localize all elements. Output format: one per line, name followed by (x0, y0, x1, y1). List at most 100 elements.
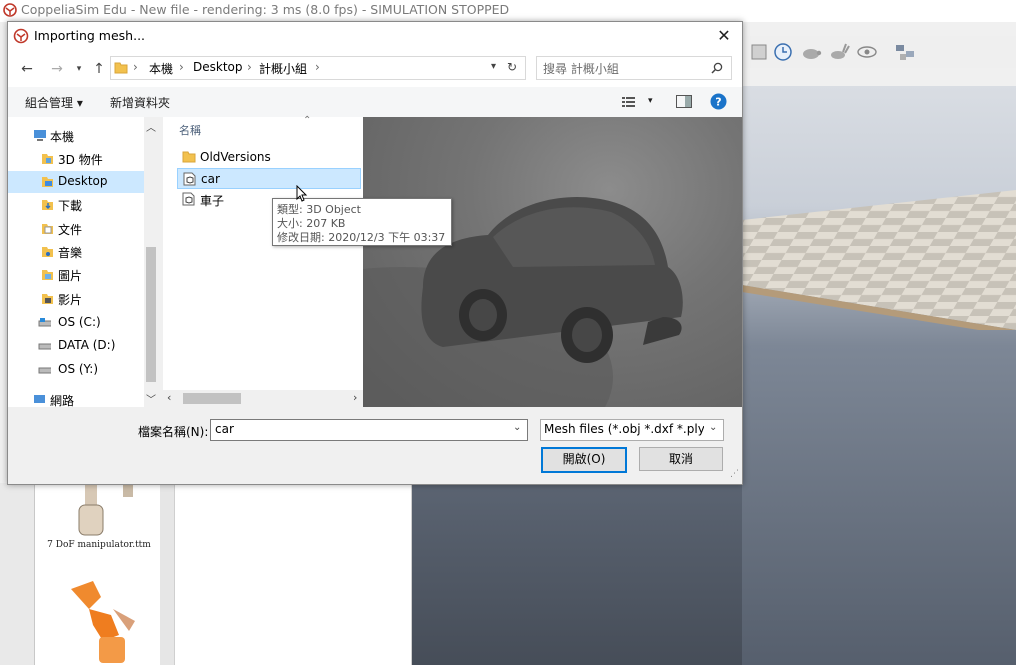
organize-button[interactable]: 組合管理 ▾ (25, 94, 83, 111)
drive-icon (38, 343, 51, 350)
breadcrumb-item[interactable]: 計概小組 (259, 60, 307, 77)
scrollbar-thumb[interactable] (146, 247, 156, 382)
nav-item-label: 3D 物件 (58, 153, 103, 167)
back-arrow-icon[interactable]: ← (18, 60, 36, 78)
model-label: 7 DoF manipulator.ttm (47, 540, 151, 550)
nav-item-label: DATA (D:) (58, 338, 116, 352)
recent-locations-chevron-icon[interactable]: ▾ (70, 60, 88, 78)
drive-icon (38, 318, 51, 327)
nav-item-drive-c[interactable]: OS (C:) (8, 312, 144, 334)
model-browser-thumbnails[interactable]: 7 DoF manipulator.ttm (34, 483, 162, 665)
scroll-up-icon[interactable]: ︿ (146, 119, 156, 134)
stop-square-icon[interactable] (748, 42, 770, 62)
nav-item-documents[interactable]: 文件 (8, 218, 144, 240)
scene-viewport[interactable] (742, 86, 1016, 665)
nav-item-label: 文件 (58, 223, 83, 237)
3d-object-file-icon (183, 172, 196, 186)
file-list-pane[interactable]: 名稱 ⌃ OldVersions car 車子 (163, 115, 363, 407)
nav-item-label: 本機 (50, 130, 75, 144)
turtle-icon[interactable] (800, 42, 822, 62)
coppeliasim-logo-icon (3, 3, 17, 17)
scroll-right-icon[interactable]: › (353, 391, 357, 404)
nav-item-this-pc[interactable]: 本機 (8, 125, 144, 147)
nav-item-pictures[interactable]: 圖片 (8, 264, 144, 286)
dialog-title: Importing mesh... (34, 28, 146, 43)
filename-input[interactable]: car ⌄ (210, 419, 528, 441)
app-toolbar (742, 36, 1016, 68)
scrollbar-thumb[interactable] (183, 393, 241, 404)
filetype-dropdown-icon[interactable]: ⌄ (709, 422, 717, 433)
address-dropdown-icon[interactable]: ▾ (491, 61, 496, 72)
nav-item-drive-y[interactable]: OS (Y:) (8, 359, 144, 381)
nav-item-downloads[interactable]: 下載 (8, 194, 144, 216)
network-icon (34, 395, 45, 403)
scroll-left-icon[interactable]: ‹ (167, 391, 171, 404)
view-dropdown-icon[interactable]: ▾ (648, 96, 653, 106)
close-button[interactable]: ✕ (710, 24, 738, 48)
nav-item-desktop[interactable]: Desktop (8, 171, 144, 193)
breadcrumb-separator-icon: › (315, 60, 320, 74)
hierarchy-icon[interactable] (894, 42, 916, 62)
cancel-button[interactable]: 取消 (639, 447, 723, 471)
nav-item-3d-objects[interactable]: 3D 物件 (8, 148, 144, 170)
refresh-icon[interactable]: ↻ (507, 60, 517, 74)
file-name: car (201, 172, 220, 186)
svg-text:?: ? (715, 96, 721, 109)
nav-item-music[interactable]: 音樂 (8, 241, 144, 263)
orange-robot-thumbnail-icon[interactable] (53, 579, 149, 665)
nav-item-network[interactable]: 網路 (8, 389, 144, 408)
nav-item-label: 下載 (58, 199, 83, 213)
resize-grip-icon[interactable]: ⋰ (730, 469, 739, 479)
manipulator-thumbnail-icon[interactable] (53, 483, 143, 538)
file-name: 車子 (200, 194, 225, 208)
videos-icon (42, 294, 53, 304)
up-arrow-icon[interactable]: ↑ (90, 60, 108, 78)
new-folder-button[interactable]: 新增資料夾 (110, 94, 170, 111)
search-box[interactable]: 搜尋 計概小組 (536, 56, 732, 80)
nav-item-drive-d[interactable]: DATA (D:) (8, 335, 144, 357)
clock-icon[interactable] (772, 42, 794, 62)
folder-icon (114, 62, 128, 74)
help-icon[interactable]: ? (710, 93, 727, 110)
car-preview-render (363, 197, 683, 407)
forward-arrow-icon[interactable]: → (48, 60, 66, 78)
filetype-select[interactable]: Mesh files (*.obj *.dxf *.ply *.st ⌄ (540, 419, 724, 441)
breadcrumb-separator-icon: › (133, 60, 138, 74)
nav-item-label: OS (C:) (58, 315, 101, 329)
breadcrumb-item[interactable]: Desktop (193, 60, 243, 74)
breadcrumb-item[interactable]: 本機 (149, 60, 173, 77)
scroll-down-icon[interactable]: ﹀ (146, 391, 156, 406)
command-bar: 組合管理 ▾ 新增資料夾 ▾ ? (8, 87, 742, 117)
nav-pane-scrollbar[interactable]: ︿ ﹀ (144, 117, 158, 407)
rabbit-icon[interactable] (828, 42, 850, 62)
view-options-icon[interactable] (622, 96, 636, 108)
file-list-hscrollbar[interactable]: ‹ › (163, 390, 363, 407)
navigation-pane[interactable]: 本機 3D 物件 Desktop 下載 文件 音樂 圖片 影片 OS (C:) … (8, 117, 158, 408)
model-browser-splitter[interactable] (160, 483, 175, 665)
address-bar[interactable]: › 本機 › Desktop › 計概小組 › ▾ ↻ (110, 56, 526, 80)
filename-dropdown-icon[interactable]: ⌄ (513, 422, 521, 433)
column-header-name[interactable]: 名稱 (179, 122, 201, 138)
tooltip-modified: 修改日期: 2020/12/3 下午 03:37 (277, 231, 446, 244)
scene-viewport-lower[interactable] (412, 483, 742, 665)
dialog-footer: 檔案名稱(N): car ⌄ Mesh files (*.obj *.dxf *… (8, 407, 742, 484)
folder-3d-icon (42, 154, 53, 164)
scene-hierarchy-panel[interactable] (175, 483, 412, 665)
preview-pane-icon[interactable] (676, 95, 692, 108)
nav-item-label: 圖片 (58, 269, 83, 283)
nav-item-label: OS (Y:) (58, 362, 99, 376)
nav-item-videos[interactable]: 影片 (8, 288, 144, 310)
file-row-car[interactable]: car (177, 168, 361, 189)
search-placeholder: 搜尋 計概小組 (543, 62, 619, 76)
open-button[interactable]: 開啟(O) (541, 447, 627, 473)
app-title-bar: CoppeliaSim Edu - New file - rendering: … (0, 0, 1016, 22)
import-mesh-dialog: Importing mesh... ✕ ← → ▾ ↑ › 本機 › Deskt… (7, 21, 743, 485)
search-icon (711, 62, 723, 74)
filetype-value: Mesh files (*.obj *.dxf *.ply *.st (544, 422, 704, 436)
eye-icon[interactable] (856, 42, 878, 62)
filename-label: 檔案名稱(N): (138, 425, 209, 439)
music-icon (42, 247, 53, 257)
file-row-oldversions[interactable]: OldVersions (177, 147, 361, 168)
scene-floor (742, 190, 1016, 330)
preview-pane (363, 117, 742, 407)
